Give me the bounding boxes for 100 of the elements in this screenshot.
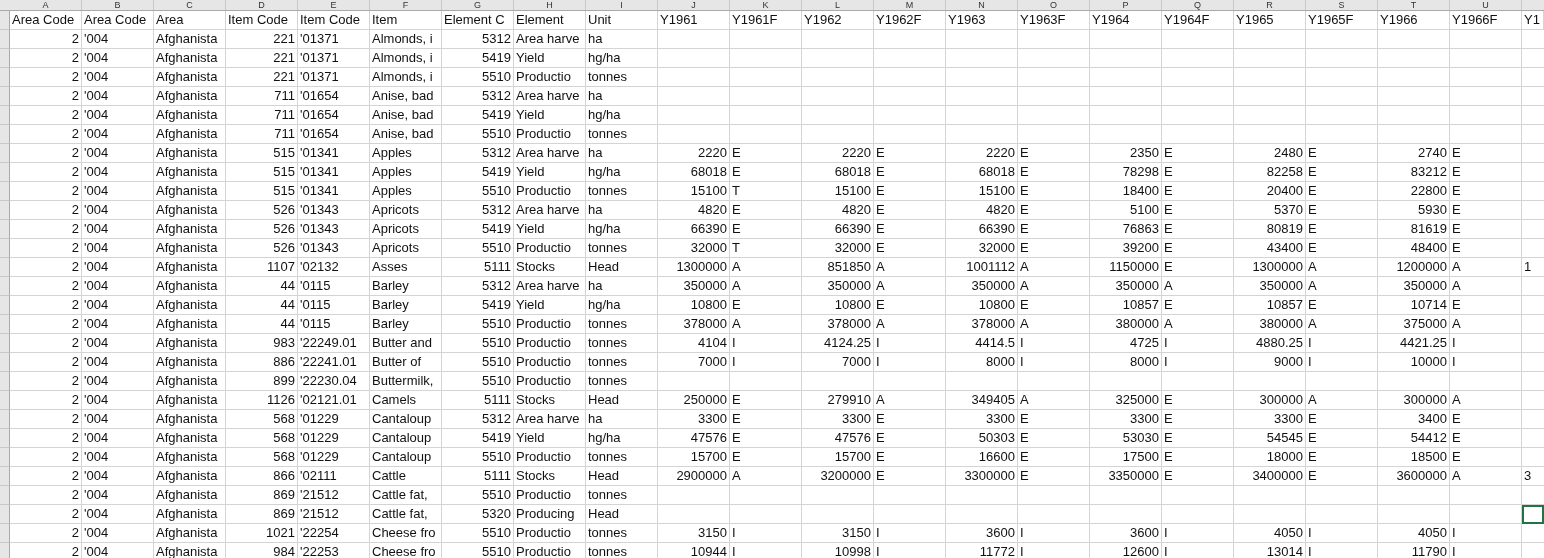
- column-letter[interactable]: F: [370, 0, 442, 10]
- row-header[interactable]: [0, 106, 10, 125]
- row-header[interactable]: [0, 543, 10, 558]
- column-letter[interactable]: Q: [1162, 0, 1234, 10]
- column-letter[interactable]: G: [442, 0, 514, 10]
- table-cell: 10800: [658, 296, 730, 315]
- table-cell: Productio: [514, 239, 586, 258]
- table-cell: 68018: [946, 163, 1018, 182]
- column-letter[interactable]: D: [226, 0, 298, 10]
- table-cell: Afghanista: [154, 87, 226, 106]
- table-cell: 526: [226, 220, 298, 239]
- selected-cell[interactable]: [1522, 505, 1544, 524]
- empty-cell: [1018, 87, 1090, 106]
- column-letter[interactable]: R: [1234, 0, 1306, 10]
- row-header[interactable]: [0, 163, 10, 182]
- row-header[interactable]: [0, 239, 10, 258]
- table-cell: A: [1018, 258, 1090, 277]
- row-header[interactable]: [0, 410, 10, 429]
- table-cell: 4124.25: [802, 334, 874, 353]
- row-header[interactable]: [0, 505, 10, 524]
- table-cell: 18000: [1234, 448, 1306, 467]
- table-cell: 5419: [442, 163, 514, 182]
- row-header[interactable]: [0, 30, 10, 49]
- column-letter[interactable]: L: [802, 0, 874, 10]
- table-cell: Afghanista: [154, 163, 226, 182]
- table-cell: '01229: [298, 448, 370, 467]
- table-cell: 1200000: [1378, 258, 1450, 277]
- column-letter[interactable]: K: [730, 0, 802, 10]
- row-header[interactable]: [0, 277, 10, 296]
- table-cell: Afghanista: [154, 239, 226, 258]
- column-letter[interactable]: O: [1018, 0, 1090, 10]
- row-header[interactable]: [0, 391, 10, 410]
- row-header[interactable]: [0, 296, 10, 315]
- row-header[interactable]: [0, 334, 10, 353]
- table-cell: 5510: [442, 125, 514, 144]
- table-cell: A: [1306, 258, 1378, 277]
- column-letter[interactable]: H: [514, 0, 586, 10]
- table-cell: E: [1306, 239, 1378, 258]
- table-cell: Afghanista: [154, 353, 226, 372]
- table-cell[interactable]: 3: [1522, 467, 1544, 486]
- column-letter[interactable]: I: [586, 0, 658, 10]
- table-cell[interactable]: 1: [1522, 258, 1544, 277]
- empty-cell: [1306, 372, 1378, 391]
- table-cell: A: [1306, 277, 1378, 296]
- table-cell: '004: [82, 334, 154, 353]
- table-cell: 5419: [442, 106, 514, 125]
- column-letter[interactable]: J: [658, 0, 730, 10]
- table-cell: 4725: [1090, 334, 1162, 353]
- row-header[interactable]: [0, 448, 10, 467]
- column-heading: Item Code: [298, 11, 370, 30]
- column-letter[interactable]: A: [10, 0, 82, 10]
- table-cell: E: [1162, 429, 1234, 448]
- row-header[interactable]: [0, 486, 10, 505]
- row-header[interactable]: [0, 201, 10, 220]
- row-header[interactable]: [0, 353, 10, 372]
- table-cell: Afghanista: [154, 505, 226, 524]
- row-header[interactable]: [0, 429, 10, 448]
- empty-cell: [1162, 486, 1234, 505]
- row-header[interactable]: [0, 220, 10, 239]
- table-cell: 4820: [658, 201, 730, 220]
- table-cell: I: [1018, 524, 1090, 543]
- column-letter[interactable]: U: [1450, 0, 1522, 10]
- table-cell: A: [730, 258, 802, 277]
- row-header[interactable]: [0, 258, 10, 277]
- row-header[interactable]: [0, 87, 10, 106]
- table-cell: A: [1450, 277, 1522, 296]
- table-cell: Yield: [514, 106, 586, 125]
- table-cell: I: [1306, 543, 1378, 558]
- column-letter[interactable]: N: [946, 0, 1018, 10]
- empty-cell: [1234, 68, 1306, 87]
- table-cell: 3350000: [1090, 467, 1162, 486]
- table-cell: 3600: [1090, 524, 1162, 543]
- empty-cell: [1090, 68, 1162, 87]
- row-header[interactable]: [0, 144, 10, 163]
- empty-cell: [730, 87, 802, 106]
- column-letter[interactable]: C: [154, 0, 226, 10]
- empty-cell: [658, 125, 730, 144]
- empty-cell: [946, 486, 1018, 505]
- table-cell: 2: [10, 334, 82, 353]
- row-header[interactable]: [0, 68, 10, 87]
- table-cell: Yield: [514, 163, 586, 182]
- row-header[interactable]: [0, 49, 10, 68]
- row-header[interactable]: [0, 11, 10, 30]
- table-cell: E: [730, 163, 802, 182]
- column-letter[interactable]: E: [298, 0, 370, 10]
- column-letter[interactable]: S: [1306, 0, 1378, 10]
- column-letter[interactable]: M: [874, 0, 946, 10]
- row-header[interactable]: [0, 372, 10, 391]
- row-header[interactable]: [0, 315, 10, 334]
- column-letter[interactable]: P: [1090, 0, 1162, 10]
- row-header[interactable]: [0, 524, 10, 543]
- row-header[interactable]: [0, 467, 10, 486]
- row-header[interactable]: [0, 125, 10, 144]
- table-cell: 10800: [946, 296, 1018, 315]
- row-header[interactable]: [0, 182, 10, 201]
- column-letter[interactable]: T: [1378, 0, 1450, 10]
- table-cell: tonnes: [586, 315, 658, 334]
- column-heading: Element: [514, 11, 586, 30]
- table-cell: Area harve: [514, 410, 586, 429]
- column-letter[interactable]: B: [82, 0, 154, 10]
